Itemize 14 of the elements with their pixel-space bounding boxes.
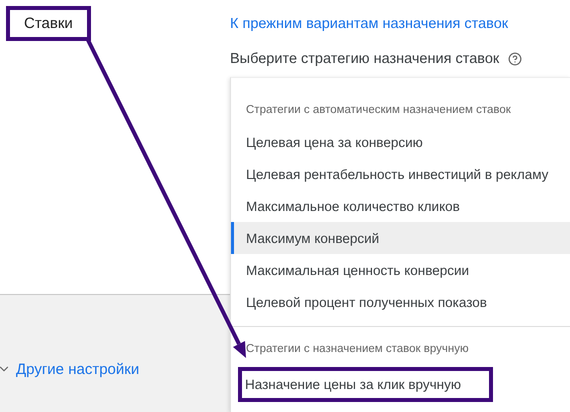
- menu-item[interactable]: Целевой процент полученных показов: [231, 286, 570, 318]
- menu-item[interactable]: Максимум конверсий: [231, 222, 570, 254]
- menu-item[interactable]: Максимальное количество кликов: [231, 190, 570, 222]
- highlight-frame: Назначение цены за клик вручную: [238, 367, 493, 402]
- menu-heading: Стратегии с автоматическим назначением ставок: [245, 103, 512, 118]
- menu-item[interactable]: Целевая рентабельность инвестиций в рекламу: [231, 158, 570, 190]
- help-icon[interactable]: [508, 52, 522, 66]
- menu-item[interactable]: Максимальная ценность конверсии: [231, 254, 570, 286]
- back-link[interactable]: К прежним вариантам назначения ставок: [230, 14, 570, 34]
- section-label: Ставки: [6, 6, 91, 41]
- other-settings-link[interactable]: Другие настройки: [16, 360, 140, 378]
- menu-heading: Стратегии с назначением ставок вручную: [245, 342, 470, 357]
- menu-item[interactable]: Целевая цена за конверсию: [231, 126, 570, 158]
- strategy-prompt: Выберите стратегию назначения ставок: [230, 51, 500, 67]
